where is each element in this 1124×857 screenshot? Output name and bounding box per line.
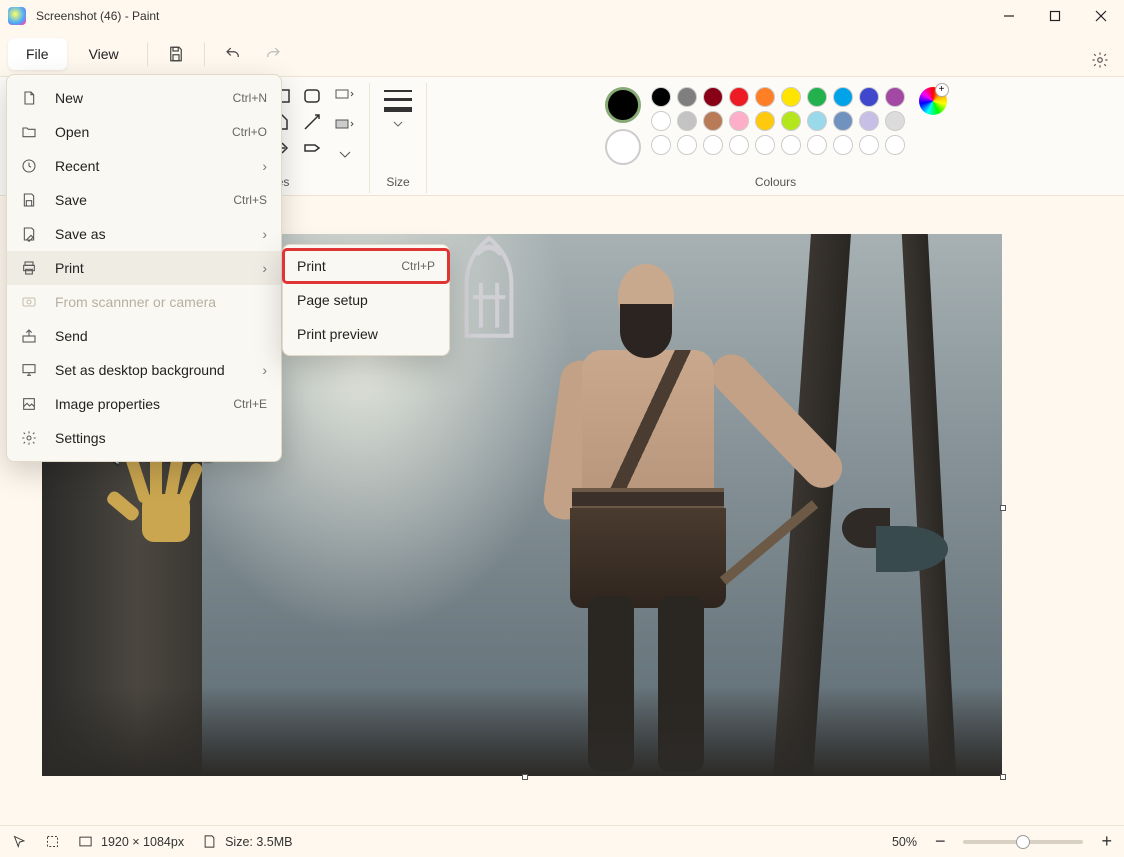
colour-swatch[interactable] xyxy=(755,135,775,155)
resize-handle-right[interactable] xyxy=(1000,505,1006,511)
edit-colours-button[interactable] xyxy=(919,87,947,115)
colour-swatch[interactable] xyxy=(729,111,749,131)
colour-swatch[interactable] xyxy=(677,111,697,131)
undo-button[interactable] xyxy=(215,38,251,70)
colour-swatch[interactable] xyxy=(833,87,853,107)
menu-save-as[interactable]: Save as› xyxy=(7,217,281,251)
colour-swatch[interactable] xyxy=(859,135,879,155)
colour-swatch[interactable] xyxy=(833,111,853,131)
colour-swatch[interactable] xyxy=(859,111,879,131)
menu-save[interactable]: SaveCtrl+S xyxy=(7,183,281,217)
status-bar: 1920 × 1084px Size: 3.5MB 50% − + xyxy=(0,825,1124,857)
title-bar: Screenshot (46) - Paint xyxy=(0,0,1124,32)
colour-swatch[interactable] xyxy=(781,135,801,155)
save-quick-button[interactable] xyxy=(158,38,194,70)
close-button[interactable] xyxy=(1078,0,1124,32)
file-size: Size: 3.5MB xyxy=(202,834,292,849)
shapes-side xyxy=(335,87,355,163)
colour-swatch[interactable] xyxy=(781,111,801,131)
menu-settings[interactable]: Settings xyxy=(7,421,281,455)
canvas-dimensions: 1920 × 1084px xyxy=(78,834,184,849)
size-group: Size xyxy=(370,83,427,193)
view-tab[interactable]: View xyxy=(71,38,137,70)
menu-image-properties[interactable]: Image propertiesCtrl+E xyxy=(7,387,281,421)
size-picker[interactable] xyxy=(384,87,412,115)
menu-set-desktop[interactable]: Set as desktop background› xyxy=(7,353,281,387)
colour-swatch[interactable] xyxy=(729,87,749,107)
separator xyxy=(147,42,148,66)
cursor-pos xyxy=(12,834,27,849)
primary-colour[interactable] xyxy=(605,87,641,123)
zoom-in-button[interactable]: + xyxy=(1101,831,1112,852)
menu-print[interactable]: Print› xyxy=(7,251,281,285)
colour-swatch[interactable] xyxy=(833,135,853,155)
colour-swatch[interactable] xyxy=(703,87,723,107)
colour-swatch[interactable] xyxy=(807,135,827,155)
colour-swatch[interactable] xyxy=(651,135,671,155)
menu-scanner: From scannner or camera xyxy=(7,285,281,319)
redo-button[interactable] xyxy=(255,38,291,70)
file-tab[interactable]: File xyxy=(8,38,67,70)
menu-recent[interactable]: Recent› xyxy=(7,149,281,183)
separator xyxy=(204,42,205,66)
print-submenu: PrintCtrl+P Page setup Print preview xyxy=(282,244,450,356)
colour-swatch[interactable] xyxy=(755,111,775,131)
colour-swatch[interactable] xyxy=(807,111,827,131)
window-title: Screenshot (46) - Paint xyxy=(36,9,986,23)
colour-swatch[interactable] xyxy=(885,135,905,155)
colours-label: Colours xyxy=(755,175,796,193)
resize-handle-bottom[interactable] xyxy=(522,774,528,780)
menu-send[interactable]: Send xyxy=(7,319,281,353)
colour-swatch[interactable] xyxy=(651,87,671,107)
selection-tool-status xyxy=(45,834,60,849)
colour-swatch[interactable] xyxy=(677,87,697,107)
resize-handle-corner[interactable] xyxy=(1000,774,1006,780)
colours-group: Colours xyxy=(427,83,1124,193)
secondary-colour[interactable] xyxy=(605,129,641,165)
colour-swatch[interactable] xyxy=(651,111,671,131)
shapes-more-dropdown[interactable] xyxy=(335,147,355,163)
colour-swatch[interactable] xyxy=(703,111,723,131)
colour-swatch[interactable] xyxy=(859,87,879,107)
submenu-page-setup[interactable]: Page setup xyxy=(283,283,449,317)
size-label: Size xyxy=(386,175,409,193)
app-settings-button[interactable] xyxy=(1086,46,1114,74)
colour-palette[interactable] xyxy=(651,87,905,155)
menu-bar: File View xyxy=(0,32,1124,76)
menu-open[interactable]: OpenCtrl+O xyxy=(7,115,281,149)
colour-swatch[interactable] xyxy=(755,87,775,107)
colour-swatch[interactable] xyxy=(781,87,801,107)
submenu-print-preview[interactable]: Print preview xyxy=(283,317,449,351)
submenu-print[interactable]: PrintCtrl+P xyxy=(283,249,449,283)
colour-swatch[interactable] xyxy=(885,87,905,107)
shape-fill-dropdown[interactable] xyxy=(335,117,355,133)
colour-swatch[interactable] xyxy=(729,135,749,155)
colour-swatch[interactable] xyxy=(885,111,905,131)
minimize-button[interactable] xyxy=(986,0,1032,32)
app-icon xyxy=(8,7,26,25)
maximize-button[interactable] xyxy=(1032,0,1078,32)
colour-swatch[interactable] xyxy=(677,135,697,155)
file-menu-dropdown: NewCtrl+N OpenCtrl+O Recent› SaveCtrl+S … xyxy=(6,74,282,462)
zoom-level: 50% xyxy=(892,835,917,849)
zoom-slider[interactable] xyxy=(963,840,1083,844)
menu-new[interactable]: NewCtrl+N xyxy=(7,81,281,115)
colour-swatch[interactable] xyxy=(703,135,723,155)
colour-swatch[interactable] xyxy=(807,87,827,107)
zoom-out-button[interactable]: − xyxy=(935,831,946,852)
shape-outline-dropdown[interactable] xyxy=(335,87,355,103)
